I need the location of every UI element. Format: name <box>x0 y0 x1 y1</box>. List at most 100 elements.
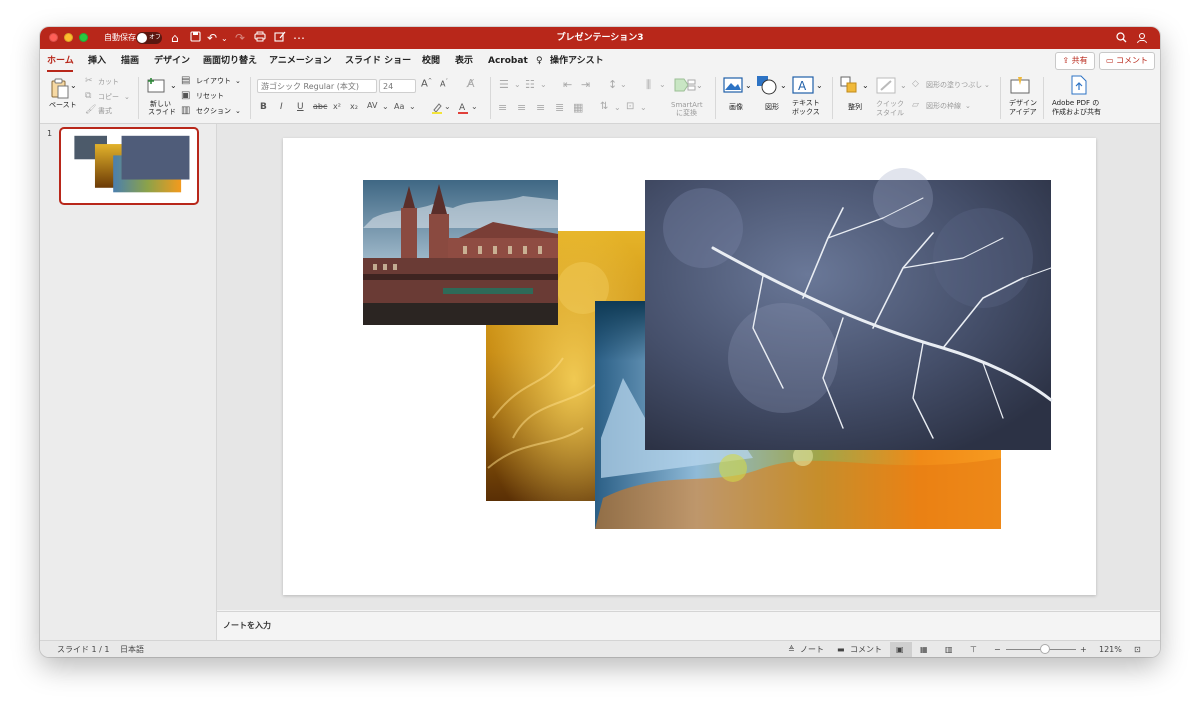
layout-label[interactable]: レイアウト <box>196 77 231 86</box>
shape-fill-dropdown-icon[interactable]: ⌄ <box>984 81 990 90</box>
clear-format-icon[interactable]: A̸ <box>467 78 475 89</box>
distributed-icon[interactable]: ▦ <box>573 102 583 113</box>
align-text-icon[interactable]: ⊡ <box>626 102 634 112</box>
align-left-icon[interactable]: ≡ <box>498 102 507 113</box>
slide-canvas[interactable] <box>283 138 1096 595</box>
section-dropdown-icon[interactable]: ⌄ <box>235 107 241 116</box>
new-slide-dropdown-icon[interactable]: ⌄ <box>170 81 177 90</box>
fit-to-window-icon[interactable]: ⊡ <box>1134 644 1141 655</box>
highlighter-dropdown-icon[interactable]: ⌄ <box>444 103 451 111</box>
bullets-icon[interactable]: ☰ <box>499 79 509 90</box>
zoom-level[interactable]: 121% <box>1099 644 1122 655</box>
slide-thumbnail[interactable] <box>59 127 199 205</box>
quick-style-label-1[interactable]: クイック <box>876 100 904 109</box>
shape-outline-label[interactable]: 図形の枠線 <box>926 102 961 111</box>
arrange-dropdown-icon[interactable]: ⌄ <box>862 81 869 90</box>
tab-animations[interactable]: アニメーション <box>269 54 332 68</box>
cathedral-photo[interactable] <box>363 180 558 325</box>
shape-label[interactable]: 図形 <box>765 103 779 112</box>
comment-button[interactable]: ▭ コメント <box>1099 52 1155 70</box>
comments-toggle-button[interactable]: コメント <box>850 644 882 655</box>
reset-label[interactable]: リセット <box>196 92 224 101</box>
section-label[interactable]: セクション <box>196 107 231 116</box>
bullets-dropdown-icon[interactable]: ⌄ <box>514 81 521 89</box>
adobe-pdf-label-2[interactable]: 作成および共有 <box>1052 108 1101 117</box>
font-shrink-icon[interactable]: Aˇ <box>440 80 448 89</box>
font-size-select[interactable]: 24 <box>379 79 416 93</box>
tell-me-search[interactable]: 操作アシスト <box>550 54 604 68</box>
quick-style-icon[interactable] <box>876 77 898 95</box>
shape-dropdown-icon[interactable]: ⌄ <box>780 81 787 90</box>
cut-label[interactable]: カット <box>98 78 119 87</box>
tab-acrobat[interactable]: Acrobat <box>488 54 528 68</box>
design-ideas-label-1[interactable]: デザイン <box>1009 99 1037 108</box>
arrange-icon[interactable] <box>840 76 860 94</box>
format-painter-label[interactable]: 書式 <box>98 107 112 116</box>
font-color-dropdown-icon[interactable]: ⌄ <box>471 103 478 111</box>
share-button[interactable]: ⇪ 共有 <box>1055 52 1095 70</box>
font-color-icon[interactable]: A <box>457 102 469 114</box>
design-ideas-icon[interactable] <box>1010 76 1032 94</box>
image-label[interactable]: 画像 <box>729 103 743 112</box>
line-spacing-dropdown-icon[interactable]: ⌄ <box>620 81 627 89</box>
paste-label[interactable]: ペースト <box>49 101 77 110</box>
normal-view-icon[interactable]: ▣ <box>896 644 904 655</box>
character-spacing-icon[interactable]: AV <box>367 102 377 110</box>
new-slide-icon[interactable] <box>146 77 168 95</box>
zoom-in-icon[interactable]: + <box>1080 644 1087 655</box>
language-indicator[interactable]: 日本語 <box>120 644 144 655</box>
textbox-label-2[interactable]: ボックス <box>792 108 820 117</box>
subscript-icon[interactable]: x₂ <box>350 103 358 111</box>
notes-placeholder[interactable]: ノートを入力 <box>223 620 271 631</box>
smartart-label-2[interactable]: に変換 <box>676 109 697 118</box>
image-dropdown-icon[interactable]: ⌄ <box>745 81 752 90</box>
tab-home[interactable]: ホーム <box>47 54 74 68</box>
tab-transitions[interactable]: 画面切り替え <box>203 54 257 68</box>
arrange-label[interactable]: 整列 <box>848 103 862 112</box>
zoom-slider-thumb[interactable] <box>1039 644 1050 654</box>
notes-pane[interactable]: ノートを入力 <box>217 611 1160 641</box>
notes-toggle-button[interactable]: ノート <box>800 644 824 655</box>
columns-dropdown-icon[interactable]: ⌄ <box>659 81 666 89</box>
change-case-dropdown-icon[interactable]: ⌄ <box>409 103 416 111</box>
shape-fill-label[interactable]: 図形の塗りつぶし <box>926 81 982 90</box>
paste-icon[interactable] <box>50 77 70 99</box>
strikethrough-icon[interactable]: abc <box>313 103 327 111</box>
tab-insert[interactable]: 挿入 <box>88 54 106 68</box>
tab-draw[interactable]: 描画 <box>121 54 139 68</box>
textbox-label-1[interactable]: テキスト <box>792 99 820 108</box>
align-text-dropdown-icon[interactable]: ⌄ <box>640 104 647 112</box>
textbox-icon[interactable]: A <box>792 76 814 94</box>
frosted-branches-photo[interactable] <box>645 168 1053 450</box>
tab-view[interactable]: 表示 <box>455 54 473 68</box>
justify-icon[interactable]: ≣ <box>555 102 564 113</box>
zoom-out-icon[interactable]: − <box>994 644 1001 655</box>
tab-slideshow[interactable]: スライド ショー <box>345 54 411 68</box>
search-icon[interactable] <box>1116 30 1127 43</box>
smartart-icon[interactable] <box>674 77 696 93</box>
numbering-dropdown-icon[interactable]: ⌄ <box>540 81 547 89</box>
smartart-dropdown-icon[interactable]: ⌄ <box>696 81 703 90</box>
adobe-pdf-label-1[interactable]: Adobe PDF の <box>1052 99 1099 108</box>
copy-dropdown-icon[interactable]: ⌄ <box>124 93 130 102</box>
slideshow-view-icon[interactable]: ⊤ <box>970 644 977 655</box>
adobe-pdf-icon[interactable] <box>1070 75 1088 95</box>
shape-outline-dropdown-icon[interactable]: ⌄ <box>965 102 971 111</box>
text-direction-icon[interactable]: ⇅ <box>600 102 608 112</box>
highlighter-icon[interactable] <box>431 102 443 114</box>
paste-dropdown-icon[interactable]: ⌄ <box>70 81 77 90</box>
superscript-icon[interactable]: x² <box>333 103 341 111</box>
align-right-icon[interactable]: ≡ <box>536 102 545 113</box>
align-center-icon[interactable]: ≡ <box>517 102 526 113</box>
increase-indent-icon[interactable]: ⇥ <box>581 79 590 90</box>
image-icon[interactable] <box>723 77 743 93</box>
line-spacing-icon[interactable]: ↕ <box>608 79 617 90</box>
quick-style-label-2[interactable]: スタイル <box>876 109 904 118</box>
tab-design[interactable]: デザイン <box>154 54 190 68</box>
character-spacing-dropdown-icon[interactable]: ⌄ <box>382 103 389 111</box>
slide-thumbnail-pane[interactable]: 1 <box>40 124 217 640</box>
text-direction-dropdown-icon[interactable]: ⌄ <box>614 104 621 112</box>
font-name-select[interactable]: 游ゴシック Regular (本文) <box>257 79 377 93</box>
tab-review[interactable]: 校閲 <box>422 54 440 68</box>
slide-editing-area[interactable] <box>217 124 1160 610</box>
